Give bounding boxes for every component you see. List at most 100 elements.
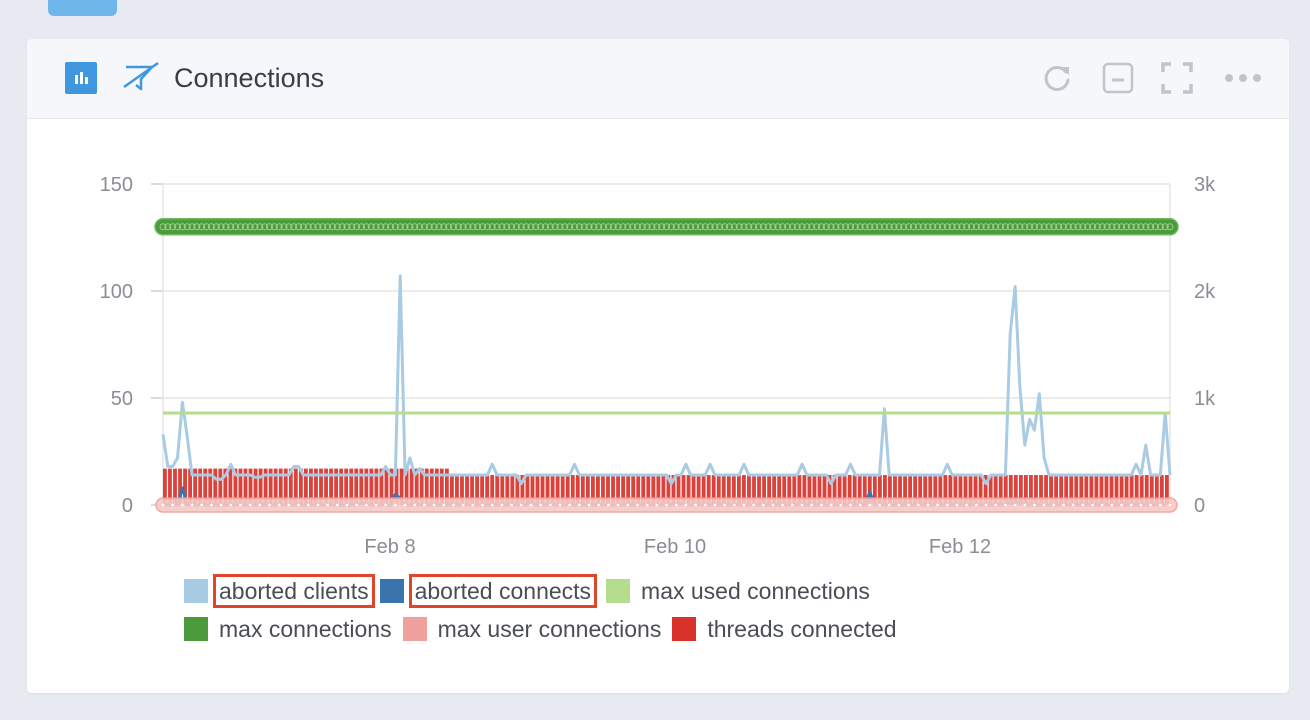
max-user-connections-marker [568,503,571,507]
max-user-connections-marker [190,503,194,507]
legend-item[interactable]: max used connections [606,577,873,605]
max-user-connections-marker [849,503,852,507]
max-user-connections-marker [713,503,717,507]
max-user-connections-marker [229,503,233,507]
max-user-connections-marker [810,503,814,507]
max-user-connections-marker [587,503,591,507]
max-user-connections-marker [248,503,252,507]
max-user-connections-marker [481,503,484,507]
y-right-tick-label: 3k [1194,174,1216,196]
max-user-connections-marker [210,503,213,507]
legend-label: max used connections [641,578,870,604]
max-user-connections-marker [955,503,959,507]
max-user-connections-marker [268,503,271,507]
legend-swatch [184,617,208,641]
legend-swatch [184,579,208,603]
max-user-connections-marker [1129,503,1133,507]
max-user-connections-marker [771,503,775,507]
max-user-connections-marker [423,503,426,507]
max-user-connections-marker [365,503,368,507]
max-user-connections-marker [945,503,949,507]
max-user-connections-marker [975,503,978,507]
y-right-tick-label: 0 [1194,495,1205,517]
max-user-connections-marker [1100,503,1104,507]
max-connections-band [154,218,1179,236]
max-user-connections-marker [297,503,300,507]
max-user-connections-marker [1042,503,1046,507]
max-user-connections-marker [578,503,581,507]
max-user-connections-marker [703,503,707,507]
max-user-connections-marker [335,503,339,507]
max-user-connections-marker [1120,503,1123,507]
max-user-connections-marker [1159,503,1162,507]
legend-item[interactable]: max user connections [402,615,665,643]
legend-item[interactable]: max connections [184,615,395,643]
max-user-connections-marker [762,503,765,507]
max-user-connections-marker [887,503,891,507]
max-user-connections-marker [1033,503,1036,507]
max-user-connections-marker [636,503,639,507]
x-tick-label: Feb 10 [644,536,706,558]
y-left-tick-label: 50 [111,388,133,410]
max-user-connections-marker [791,503,794,507]
max-user-connections-marker [742,503,746,507]
max-user-connections-marker [694,503,697,507]
connections-panel: Connections 0 50 100 150 0 1k 2k 3k Feb … [27,39,1289,693]
max-user-connections-marker [665,503,668,507]
max-user-connections-marker [413,503,417,507]
max-user-connections-marker [374,503,378,507]
legend-item[interactable]: aborted connects [379,574,598,608]
legend-label: aborted connects [408,574,598,608]
top-tab-button[interactable] [48,0,117,16]
legend-swatch [379,579,404,603]
max-user-connections-marker [1023,503,1027,507]
x-tick-label: Feb 8 [364,536,415,558]
max-user-connections-marker [684,503,688,507]
legend-swatch [402,617,427,641]
max-user-connections-marker [781,503,784,507]
max-user-connections-marker [752,503,755,507]
legend-row: max connections max user connections threa… [184,610,1084,648]
max-user-connections-marker [277,503,281,507]
legend-swatch [672,617,697,641]
legend-item[interactable]: aborted clients [184,574,375,608]
max-user-connections-marker [1052,503,1056,507]
max-user-connections-marker [403,503,407,507]
max-user-connections-marker [258,503,262,507]
max-user-connections-marker [345,503,349,507]
max-user-connections-marker [326,503,329,507]
max-user-connections-marker [916,503,920,507]
legend-row: aborted clients aborted connects max used … [184,572,1084,610]
legend-label: max connections [219,616,392,642]
max-user-connections-marker [539,503,542,507]
max-user-connections-marker [519,503,523,507]
max-user-connections-marker [529,503,533,507]
max-user-connections-marker [239,503,242,507]
max-user-connections-marker [626,503,630,507]
max-user-connections-marker [926,503,930,507]
legend-label: max user connections [437,616,662,642]
max-user-connections-marker [490,503,494,507]
max-user-connections-marker [965,503,968,507]
max-user-connections-marker [994,503,998,507]
max-user-connections-marker [306,503,310,507]
max-user-connections-marker [219,503,223,507]
max-user-connections-marker [1110,503,1114,507]
max-user-connections-marker [355,503,358,507]
max-user-connections-marker [936,503,939,507]
max-user-connections-marker [723,503,726,507]
max-user-connections-marker [1013,503,1017,507]
max-user-connections-marker [316,503,320,507]
legend-swatch [606,579,631,603]
max-user-connections-marker [452,503,455,507]
max-user-connections-marker [510,503,513,507]
max-user-connections-marker [442,503,446,507]
max-user-connections-marker [1139,503,1143,507]
y-left-tick-label: 0 [122,495,133,517]
max-user-connections-marker [868,503,872,507]
max-user-connections-marker [500,503,504,507]
legend-item[interactable]: threads connected [672,615,899,643]
max-user-connections-marker [471,503,475,507]
max-user-connections-marker [181,503,184,507]
max-user-connections-marker [800,503,804,507]
